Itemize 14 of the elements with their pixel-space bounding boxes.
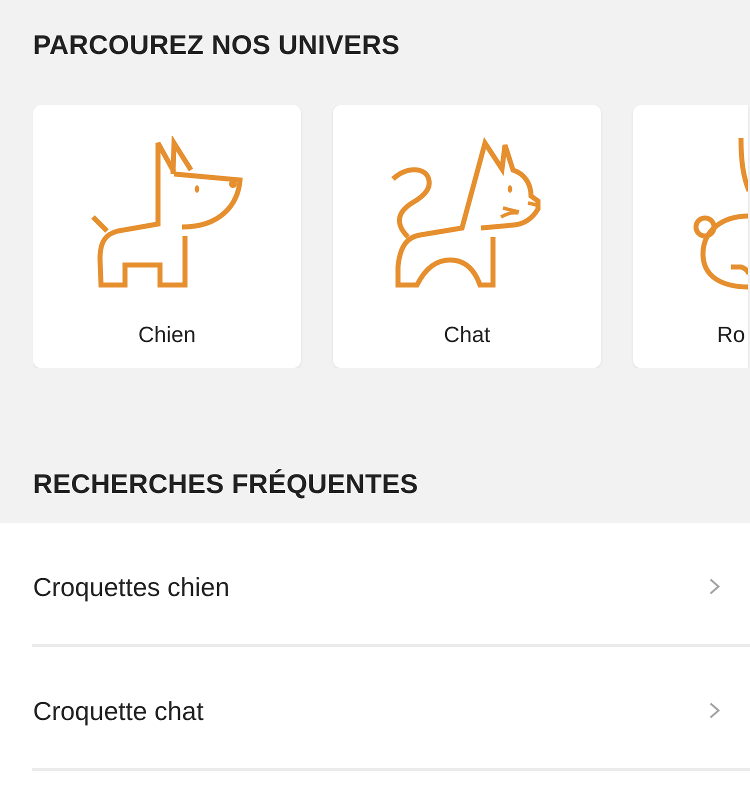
section-heading: PARCOUREZ NOS UNIVERS xyxy=(33,29,400,61)
section-heading: RECHERCHES FRÉQUENTES xyxy=(33,468,418,500)
rodent-icon xyxy=(691,136,748,290)
search-suggestion-item[interactable]: Croquette chat xyxy=(32,647,750,771)
card-label: Ro xyxy=(717,321,746,349)
chevron-right-icon xyxy=(709,702,720,719)
category-card[interactable]: Chien xyxy=(33,105,301,368)
dog-icon xyxy=(89,136,245,290)
search-suggestion-item[interactable]: Croquettes chien xyxy=(32,523,750,647)
chevron-right-icon xyxy=(709,578,720,595)
category-card[interactable]: Ro xyxy=(633,105,748,368)
card-label: Chat xyxy=(444,321,490,349)
category-card[interactable]: Chat xyxy=(333,105,601,368)
card-label: Chien xyxy=(138,321,196,349)
